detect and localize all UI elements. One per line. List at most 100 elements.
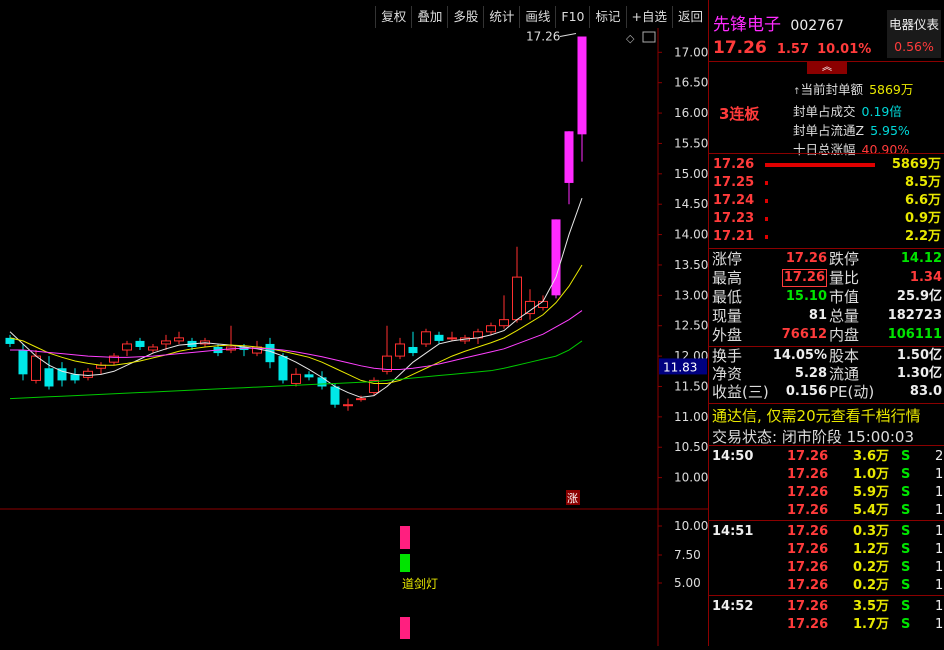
candle-body[interactable]: [83, 370, 93, 378]
tick-side: S: [901, 560, 911, 575]
status-label: 交易状态:: [712, 428, 778, 446]
pin-icon: ↑: [793, 87, 801, 97]
bid-volume-bar: [765, 181, 768, 185]
indicator-bar: [400, 554, 410, 572]
toolbar-btn-3[interactable]: 统计: [483, 6, 519, 28]
toolbar-btn-4[interactable]: 画线: [519, 6, 555, 28]
seal-line-value: 0.19倍: [861, 104, 902, 119]
quote-label: 涨停: [712, 250, 743, 268]
candle-body[interactable]: [330, 386, 340, 405]
candle-body[interactable]: [161, 340, 171, 345]
sector-box[interactable]: 电器仪表 0.56%: [887, 10, 941, 58]
tick-price: 17.26: [787, 578, 829, 593]
seal-line: 封单占流通Z 5.95%: [793, 121, 943, 140]
high-annotation: 17.26: [526, 30, 560, 44]
candle-body[interactable]: [577, 36, 587, 135]
quote-value: 182723: [887, 308, 942, 323]
board-count-label: 3连板: [719, 105, 760, 123]
y-tick-label: 10.00: [674, 471, 708, 485]
candle-body[interactable]: [70, 374, 80, 381]
candle-body[interactable]: [18, 350, 28, 375]
tick-row: 17.26 0.2万 S 1: [709, 559, 944, 577]
current-price: 17.26: [713, 38, 767, 58]
tick-count: 1: [935, 467, 944, 482]
bid-orderbook: 17.26 5869万 17.25 8.5万 17.24 6.6万 17.23 0.9万 17.…: [709, 156, 944, 248]
price-change: 1.57: [776, 42, 809, 57]
candle-body[interactable]: [499, 319, 509, 327]
orderbook-row[interactable]: 17.23 0.9万: [709, 210, 944, 228]
candle-body[interactable]: [278, 356, 288, 381]
tick-row: 17.26 5.9万 S 1: [709, 484, 944, 502]
ma-line-ma20: [10, 310, 583, 370]
candle-body[interactable]: [421, 331, 431, 345]
fin-row: 换手 14.05% 股本 1.50亿: [709, 347, 944, 365]
toolbar-btn-2[interactable]: 多股: [447, 6, 483, 28]
tick-time: 14:52: [712, 599, 754, 614]
tick-price: 17.26: [787, 503, 829, 518]
tick-list[interactable]: 14:50 17.26 3.6万 S 2 17.26 1.0万 S 1 17.26 5.9万 S 1 17…: [709, 446, 944, 646]
candle-body[interactable]: [343, 404, 353, 407]
candle-body[interactable]: [317, 377, 327, 387]
orderbook-row[interactable]: 17.25 8.5万: [709, 174, 944, 192]
orderbook-row[interactable]: 17.21 2.2万: [709, 228, 944, 246]
orderbook-row[interactable]: 17.24 6.6万: [709, 192, 944, 210]
toolbar-btn-6[interactable]: 标记: [589, 6, 625, 28]
tick-side: S: [901, 617, 911, 632]
tick-side: S: [901, 524, 911, 539]
orderbook-row[interactable]: 17.26 5869万: [709, 156, 944, 174]
candle-body[interactable]: [265, 343, 275, 363]
toolbar-btn-5[interactable]: F10: [555, 6, 589, 28]
candle-body[interactable]: [486, 325, 496, 333]
indicator-bar: [400, 617, 410, 639]
bid-volume: 0.9万: [904, 211, 941, 226]
candle-body[interactable]: [122, 343, 132, 351]
candle-body[interactable]: [525, 300, 535, 315]
candle-body[interactable]: [395, 343, 405, 357]
tick-volume: 5.9万: [852, 485, 889, 500]
candle-body[interactable]: [447, 337, 457, 340]
sector-pct: 0.56%: [894, 39, 934, 54]
tick-side: S: [901, 542, 911, 557]
candle-body[interactable]: [174, 337, 184, 342]
tick-price: 17.26: [787, 449, 829, 464]
fin-label: 换手: [712, 347, 743, 365]
bid-volume: 5869万: [891, 157, 941, 172]
tick-volume: 1.7万: [852, 617, 889, 632]
candle-body[interactable]: [434, 334, 444, 341]
toolbar-btn-1[interactable]: 叠加: [411, 6, 447, 28]
tick-side: S: [901, 467, 911, 482]
bid-price: 17.23: [713, 211, 755, 226]
candle-body[interactable]: [564, 131, 574, 183]
quote-value: 81: [808, 308, 827, 323]
candle-body[interactable]: [512, 276, 522, 321]
candle-body[interactable]: [408, 346, 418, 354]
fin-label: 净资: [712, 365, 743, 383]
window-icon[interactable]: [642, 31, 656, 43]
quote-value: 17.26: [785, 251, 827, 266]
y-tick-label: 13.50: [674, 258, 708, 272]
candle-body[interactable]: [31, 355, 41, 381]
quote-row: 现量 81 总量 182723: [709, 307, 944, 326]
y-tick-label: 11.00: [674, 410, 708, 424]
kline-chart-area[interactable]: 17.00 16.50 16.00 15.50 15.00 14.50 14.00 13.50…: [0, 28, 708, 646]
collapse-chevron-icon[interactable]: ︽: [807, 62, 847, 74]
toolbar-btn-7[interactable]: +自选: [625, 6, 672, 28]
quote-label: 外盘: [712, 326, 743, 344]
quote-label: 市值: [829, 288, 860, 306]
candle-body[interactable]: [356, 398, 366, 401]
tick-count: 1: [935, 485, 944, 500]
candle-body[interactable]: [44, 368, 54, 387]
promo-link[interactable]: 通达信, 仅需20元查看千档行情: [712, 405, 921, 426]
candle-body[interactable]: [148, 346, 158, 351]
candle-body[interactable]: [538, 300, 548, 308]
toolbar-btn-0[interactable]: 复权: [375, 6, 411, 28]
fin-label: PE(动): [829, 383, 875, 401]
seal-line: ↑当前封单额 5869万: [793, 80, 943, 102]
toolbar-btn-8[interactable]: 返回: [671, 6, 708, 28]
candle-body[interactable]: [135, 340, 145, 347]
candle-body[interactable]: [304, 374, 314, 378]
tick-volume: 0.2万: [852, 578, 889, 593]
seal-line-label: 封单占成交: [793, 104, 856, 119]
candle-body[interactable]: [291, 373, 301, 384]
diamond-icon[interactable]: ◇: [626, 32, 635, 45]
